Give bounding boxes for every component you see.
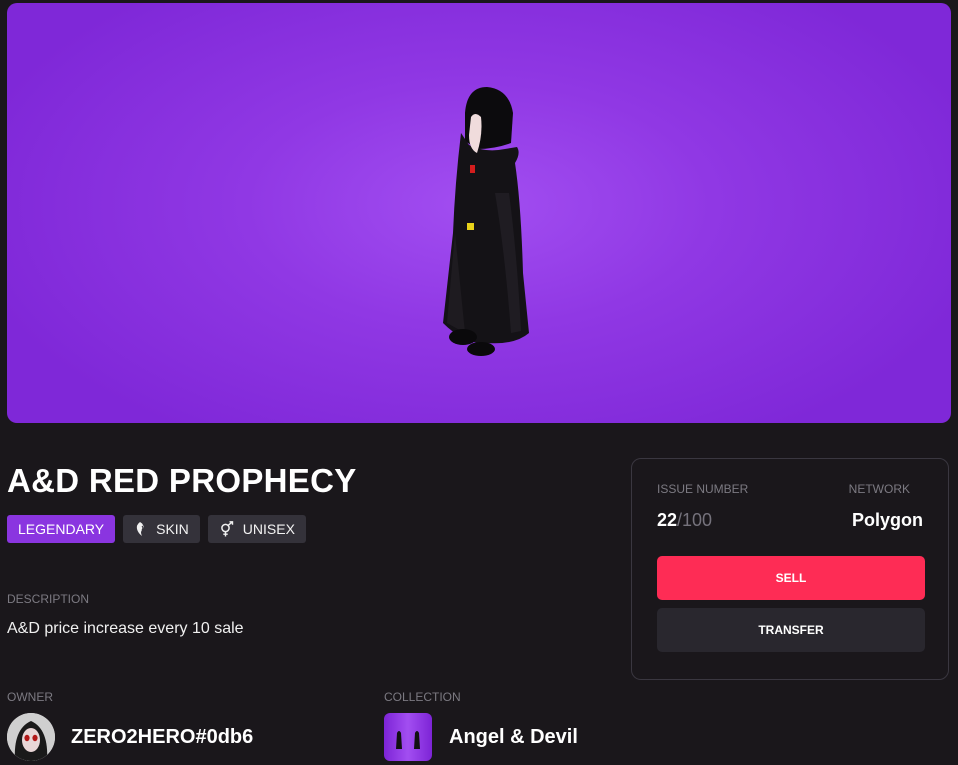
- description-text: A&D price increase every 10 sale: [7, 620, 244, 637]
- owner-avatar-image: [7, 713, 55, 761]
- issue-number-label: ISSUE NUMBER: [657, 482, 749, 496]
- description-label: DESCRIPTION: [7, 592, 90, 606]
- sell-button[interactable]: SELL: [657, 556, 925, 600]
- rarity-badge: LEGENDARY: [7, 515, 116, 543]
- collection-name[interactable]: Angel & Devil: [449, 726, 578, 749]
- gender-label: UNISEX: [242, 521, 295, 537]
- avatar[interactable]: [7, 713, 55, 761]
- collection-label: COLLECTION: [384, 690, 461, 704]
- issue-number-value: 22: [657, 510, 678, 530]
- issue-number: 22/100: [657, 510, 712, 531]
- category-label: SKIN: [156, 521, 189, 537]
- collection-thumbnail[interactable]: [384, 713, 432, 761]
- rarity-label: LEGENDARY: [18, 521, 105, 537]
- transfer-button[interactable]: TRANSFER: [657, 608, 925, 652]
- network-label: NETWORK: [848, 482, 910, 496]
- owner-info[interactable]: ZERO2HERO#0db6: [7, 713, 253, 761]
- item-preview[interactable]: [7, 3, 951, 423]
- item-title: A&D RED PROPHECY: [7, 462, 357, 499]
- issue-panel: ISSUE NUMBER NETWORK 22/100 Polygon SELL…: [631, 458, 949, 680]
- collection-info[interactable]: Angel & Devil: [384, 713, 578, 761]
- owner-name[interactable]: ZERO2HERO#0db6: [71, 726, 253, 749]
- collection-figures-image: [396, 731, 420, 749]
- hooded-figure-model: [443, 87, 529, 356]
- owner-label: OWNER: [7, 690, 53, 704]
- issue-number-total: /100: [677, 510, 713, 530]
- network-value: Polygon: [852, 510, 923, 530]
- category-badge: SKIN: [123, 515, 200, 543]
- item-tags: LEGENDARY SKIN UNISEX: [7, 515, 306, 543]
- skin-icon: [136, 522, 144, 536]
- gender-badge: UNISEX: [207, 515, 306, 543]
- unisex-icon: [220, 521, 233, 537]
